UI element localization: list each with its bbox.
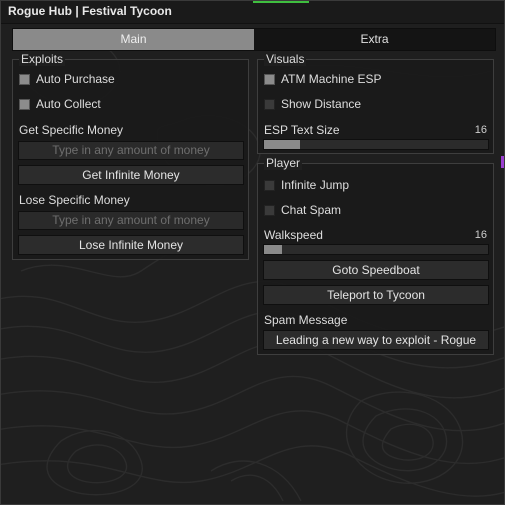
- spam-message-label: Spam Message: [264, 313, 348, 327]
- spam-message-input[interactable]: Leading a new way to exploit - Rogue: [263, 330, 489, 350]
- atm-machine-esp-checkbox[interactable]: [264, 73, 275, 85]
- goto-speedboat-button[interactable]: Goto Speedboat: [263, 260, 489, 280]
- infinite-jump-toggle[interactable]: Infinite Jump: [264, 177, 349, 193]
- chat-spam-toggle[interactable]: Chat Spam: [264, 202, 341, 218]
- window-title: Rogue Hub | Festival Tycoon: [8, 4, 172, 18]
- atm-machine-esp-label: ATM Machine ESP: [281, 72, 382, 86]
- esp-text-size-fill: [264, 140, 300, 149]
- player-group: Player Infinite Jump Chat Spam Walkspeed…: [257, 156, 494, 355]
- get-infinite-money-button[interactable]: Get Infinite Money: [18, 165, 244, 185]
- walkspeed-fill: [264, 245, 282, 254]
- auto-purchase-label: Auto Purchase: [36, 72, 115, 86]
- lose-specific-money-label: Lose Specific Money: [19, 193, 130, 207]
- infinite-jump-label: Infinite Jump: [281, 178, 350, 192]
- auto-collect-checkbox[interactable]: [19, 98, 30, 110]
- title-bar[interactable]: Rogue Hub | Festival Tycoon: [1, 1, 504, 24]
- accent-line-purple: [501, 156, 504, 168]
- tab-extra[interactable]: Extra: [254, 29, 495, 50]
- atm-machine-esp-toggle[interactable]: ATM Machine ESP: [264, 71, 381, 87]
- esp-text-size-label: ESP Text Size: [264, 123, 340, 137]
- show-distance-label: Show Distance: [281, 97, 362, 111]
- walkspeed-value: 16: [474, 229, 487, 241]
- visuals-title: Visuals: [264, 52, 307, 66]
- tab-main[interactable]: Main: [13, 29, 254, 50]
- lose-infinite-money-button[interactable]: Lose Infinite Money: [18, 235, 244, 255]
- show-distance-toggle[interactable]: Show Distance: [264, 96, 361, 112]
- show-distance-checkbox[interactable]: [264, 98, 275, 110]
- visuals-group: Visuals ATM Machine ESP Show Distance ES…: [257, 52, 494, 154]
- exploits-title: Exploits: [19, 52, 66, 66]
- get-money-input[interactable]: Type in any amount of money: [18, 141, 244, 160]
- tab-bar: Main Extra: [12, 28, 496, 51]
- auto-purchase-toggle[interactable]: Auto Purchase: [19, 71, 115, 87]
- infinite-jump-checkbox[interactable]: [264, 179, 275, 191]
- teleport-to-tycoon-button[interactable]: Teleport to Tycoon: [263, 285, 489, 305]
- auto-purchase-checkbox[interactable]: [19, 73, 30, 85]
- get-specific-money-label: Get Specific Money: [19, 123, 124, 137]
- accent-line-green: [253, 1, 309, 3]
- auto-collect-toggle[interactable]: Auto Collect: [19, 96, 101, 112]
- lose-money-input[interactable]: Type in any amount of money: [18, 211, 244, 230]
- walkspeed-label: Walkspeed: [264, 228, 323, 242]
- exploits-group: Exploits Auto Purchase Auto Collect Get …: [12, 52, 249, 260]
- auto-collect-label: Auto Collect: [36, 97, 101, 111]
- rogue-hub-window: Rogue Hub | Festival Tycoon Main Extra E…: [0, 0, 505, 505]
- esp-text-size-value: 16: [474, 124, 487, 136]
- player-title: Player: [264, 156, 303, 170]
- esp-text-size-slider[interactable]: [263, 139, 489, 150]
- walkspeed-slider[interactable]: [263, 244, 489, 255]
- chat-spam-checkbox[interactable]: [264, 204, 275, 216]
- chat-spam-label: Chat Spam: [281, 203, 342, 217]
